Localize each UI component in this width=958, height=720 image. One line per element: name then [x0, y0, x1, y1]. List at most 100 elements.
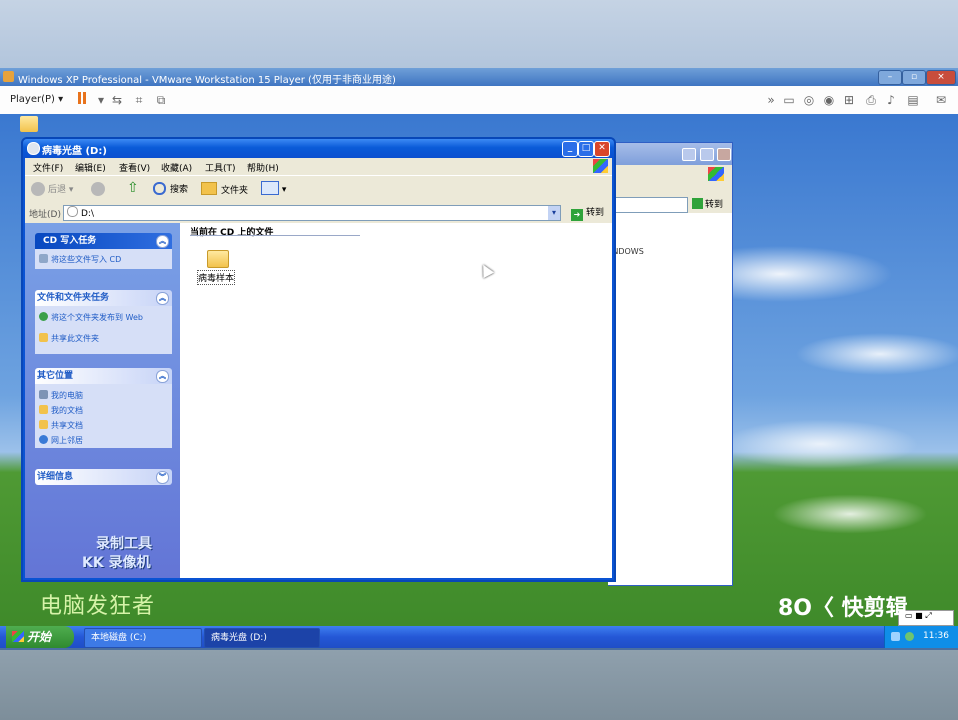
send-ctrl-alt-del-icon[interactable]: ⇆ [110, 93, 124, 107]
network-tray-icon[interactable] [891, 632, 900, 641]
more-icon[interactable]: » [764, 93, 778, 107]
other-places-body: 我的电脑 我的文档 共享文档 网上邻居 [35, 384, 172, 448]
cd-icon [67, 206, 78, 217]
collapse-icon[interactable]: ︽ [156, 370, 169, 383]
windows-flag-icon [593, 159, 608, 173]
explorer-content: CD 写入任务 ︽ 将这些文件写入 CD 文件和文件夹任务 ︽ 将这个文件夹发布… [25, 223, 612, 578]
files-on-cd-header: 当前在 CD 上的文件 [190, 228, 274, 238]
vm-close-button[interactable]: × [926, 70, 956, 85]
printer-device-icon[interactable]: ⎙ [864, 93, 878, 107]
cd-device-icon[interactable]: ◎ [802, 93, 816, 107]
sound-device-icon[interactable]: ♪ [884, 93, 898, 107]
menu-edit[interactable]: 编辑(E) [75, 161, 106, 174]
menu-tools[interactable]: 工具(T) [205, 161, 236, 174]
folders-icon [201, 182, 217, 195]
other-places-header[interactable]: 其它位置 ︽ [35, 368, 172, 384]
dropdown-icon[interactable]: ▾ [94, 93, 108, 107]
views-icon [261, 181, 279, 195]
share-folder-link[interactable]: 共享此文件夹 [39, 333, 99, 344]
background-address-box[interactable] [608, 197, 688, 213]
clock[interactable]: 11:36 [923, 631, 949, 641]
back-close-icon[interactable] [717, 148, 731, 161]
vmware-window-title: Windows XP Professional - VMware Worksta… [18, 75, 396, 86]
menu-view[interactable]: 查看(V) [119, 161, 150, 174]
write-to-cd-link[interactable]: 将这些文件写入 CD [39, 254, 121, 265]
background-go-button[interactable]: 转到 [692, 197, 723, 210]
address-dropdown-icon[interactable]: ▾ [548, 206, 560, 220]
network-places-link[interactable]: 网上邻居 [39, 435, 83, 446]
close-button[interactable]: ✕ [594, 141, 610, 157]
folder-icon[interactable] [207, 250, 229, 268]
cd-tasks-header[interactable]: CD 写入任务 ︽ [35, 233, 172, 249]
background-bottom [0, 650, 958, 720]
menu-help[interactable]: 帮助(H) [247, 161, 279, 174]
file-tasks-header[interactable]: 文件和文件夹任务 ︽ [35, 290, 172, 306]
windows-flag-icon [12, 631, 24, 642]
menu-file[interactable]: 文件(F) [33, 161, 63, 174]
task-pane: CD 写入任务 ︽ 将这些文件写入 CD 文件和文件夹任务 ︽ 将这个文件夹发布… [25, 223, 180, 578]
security-tray-icon[interactable] [905, 632, 914, 641]
desktop-folder-icon[interactable] [20, 116, 38, 132]
details-header[interactable]: 详细信息 ︾ [35, 469, 172, 485]
vmware-toolbar: Player(P) ▾ ▾ ⇆ ⌗ ⧉ » ▭ ◎ ◉ ⊞ ⎙ ♪ ▤ ✉ [0, 86, 958, 115]
menu-favorites[interactable]: 收藏(A) [161, 161, 192, 174]
back-maximize-icon[interactable] [700, 148, 714, 161]
file-tasks-body: 将这个文件夹发布到 Web 共享此文件夹 [35, 306, 172, 354]
display-device-icon[interactable]: ▤ [906, 93, 920, 107]
menu-bar: 文件(F) 编辑(E) 查看(V) 收藏(A) 工具(T) 帮助(H) [25, 158, 612, 175]
vmware-title-bar: Windows XP Professional - VMware Worksta… [0, 68, 958, 86]
device-status-icon[interactable]: ▭ ■ ⤢ [905, 611, 932, 620]
minimize-button[interactable]: _ [562, 141, 578, 157]
vm-maximize-button[interactable]: ▫ [902, 70, 926, 85]
folders-button[interactable]: 文件夹 [201, 182, 248, 196]
fit-guest-icon[interactable]: ⌗ [132, 93, 146, 107]
cd-drive-icon [27, 142, 40, 155]
search-button[interactable]: 搜索 [153, 182, 188, 195]
back-minimize-icon[interactable] [682, 148, 696, 161]
channel-watermark: 电脑发狂者 [40, 594, 156, 619]
my-computer-link[interactable]: 我的电脑 [39, 390, 83, 401]
background-window-title-bar [608, 143, 732, 165]
views-button[interactable]: ▾ [261, 181, 286, 195]
header-divider [190, 235, 360, 236]
pause-icon[interactable] [78, 92, 81, 104]
collapse-icon[interactable]: ︽ [156, 292, 169, 305]
explorer-title-bar[interactable]: 病毒光盘 (D:) _ □ ✕ [23, 139, 614, 158]
folder-item-label[interactable]: 病毒样本 [196, 270, 236, 285]
message-icon[interactable]: ✉ [934, 93, 948, 107]
collapse-icon[interactable]: ︽ [156, 235, 169, 248]
go-arrow-icon: ➜ [571, 209, 583, 221]
standard-toolbar: 后退 ▾ ⇧ 搜索 文件夹 ▾ [25, 175, 612, 205]
address-label: 地址(D) [29, 210, 61, 220]
forward-button[interactable] [91, 182, 105, 196]
shared-documents-link[interactable]: 共享文档 [39, 420, 83, 431]
my-documents-link[interactable]: 我的文档 [39, 405, 83, 416]
expand-icon[interactable]: ︾ [156, 471, 169, 484]
back-button[interactable]: 后退 ▾ [31, 182, 73, 196]
network-device-icon[interactable]: ⊞ [842, 93, 856, 107]
background-explorer-window[interactable]: 转到 INDOWS [608, 142, 733, 586]
publish-to-web-link[interactable]: 将这个文件夹发布到 Web [39, 312, 152, 322]
search-icon [153, 182, 166, 195]
background-window-toolbars: 转到 [608, 165, 732, 213]
task-virus-cd-d[interactable]: 病毒光盘 (D:) [204, 628, 320, 648]
maximize-button[interactable]: □ [578, 141, 594, 157]
address-input[interactable]: D:\ ▾ [63, 205, 561, 221]
address-value: D:\ [81, 209, 94, 219]
go-button[interactable]: ➜ 转到 [571, 205, 604, 221]
start-button[interactable]: 开始 [6, 626, 74, 648]
address-bar: 地址(D) D:\ ▾ ➜ 转到 [25, 203, 612, 223]
vm-minimize-button[interactable]: – [878, 70, 902, 85]
task-local-disk-c[interactable]: 本地磁盘 (C:) [84, 628, 202, 648]
background-top [0, 0, 958, 68]
up-folder-icon[interactable]: ⇧ [127, 181, 141, 196]
explorer-window-cd-drive[interactable]: 病毒光盘 (D:) _ □ ✕ 文件(F) 编辑(E) 查看(V) 收藏(A) … [21, 137, 616, 582]
xp-taskbar: 开始 本地磁盘 (C:) 病毒光盘 (D:) 11:36 [0, 626, 958, 648]
explorer-window-title: 病毒光盘 (D:) [42, 146, 107, 157]
unity-icon[interactable]: ⧉ [154, 93, 168, 107]
removable-device-icon[interactable]: ▭ [782, 93, 796, 107]
player-menu[interactable]: Player(P) ▾ [10, 94, 63, 105]
usb-device-icon[interactable]: ◉ [822, 93, 836, 107]
cd-tasks-body: 将这些文件写入 CD [35, 249, 172, 269]
system-tray: 11:36 [884, 626, 958, 648]
